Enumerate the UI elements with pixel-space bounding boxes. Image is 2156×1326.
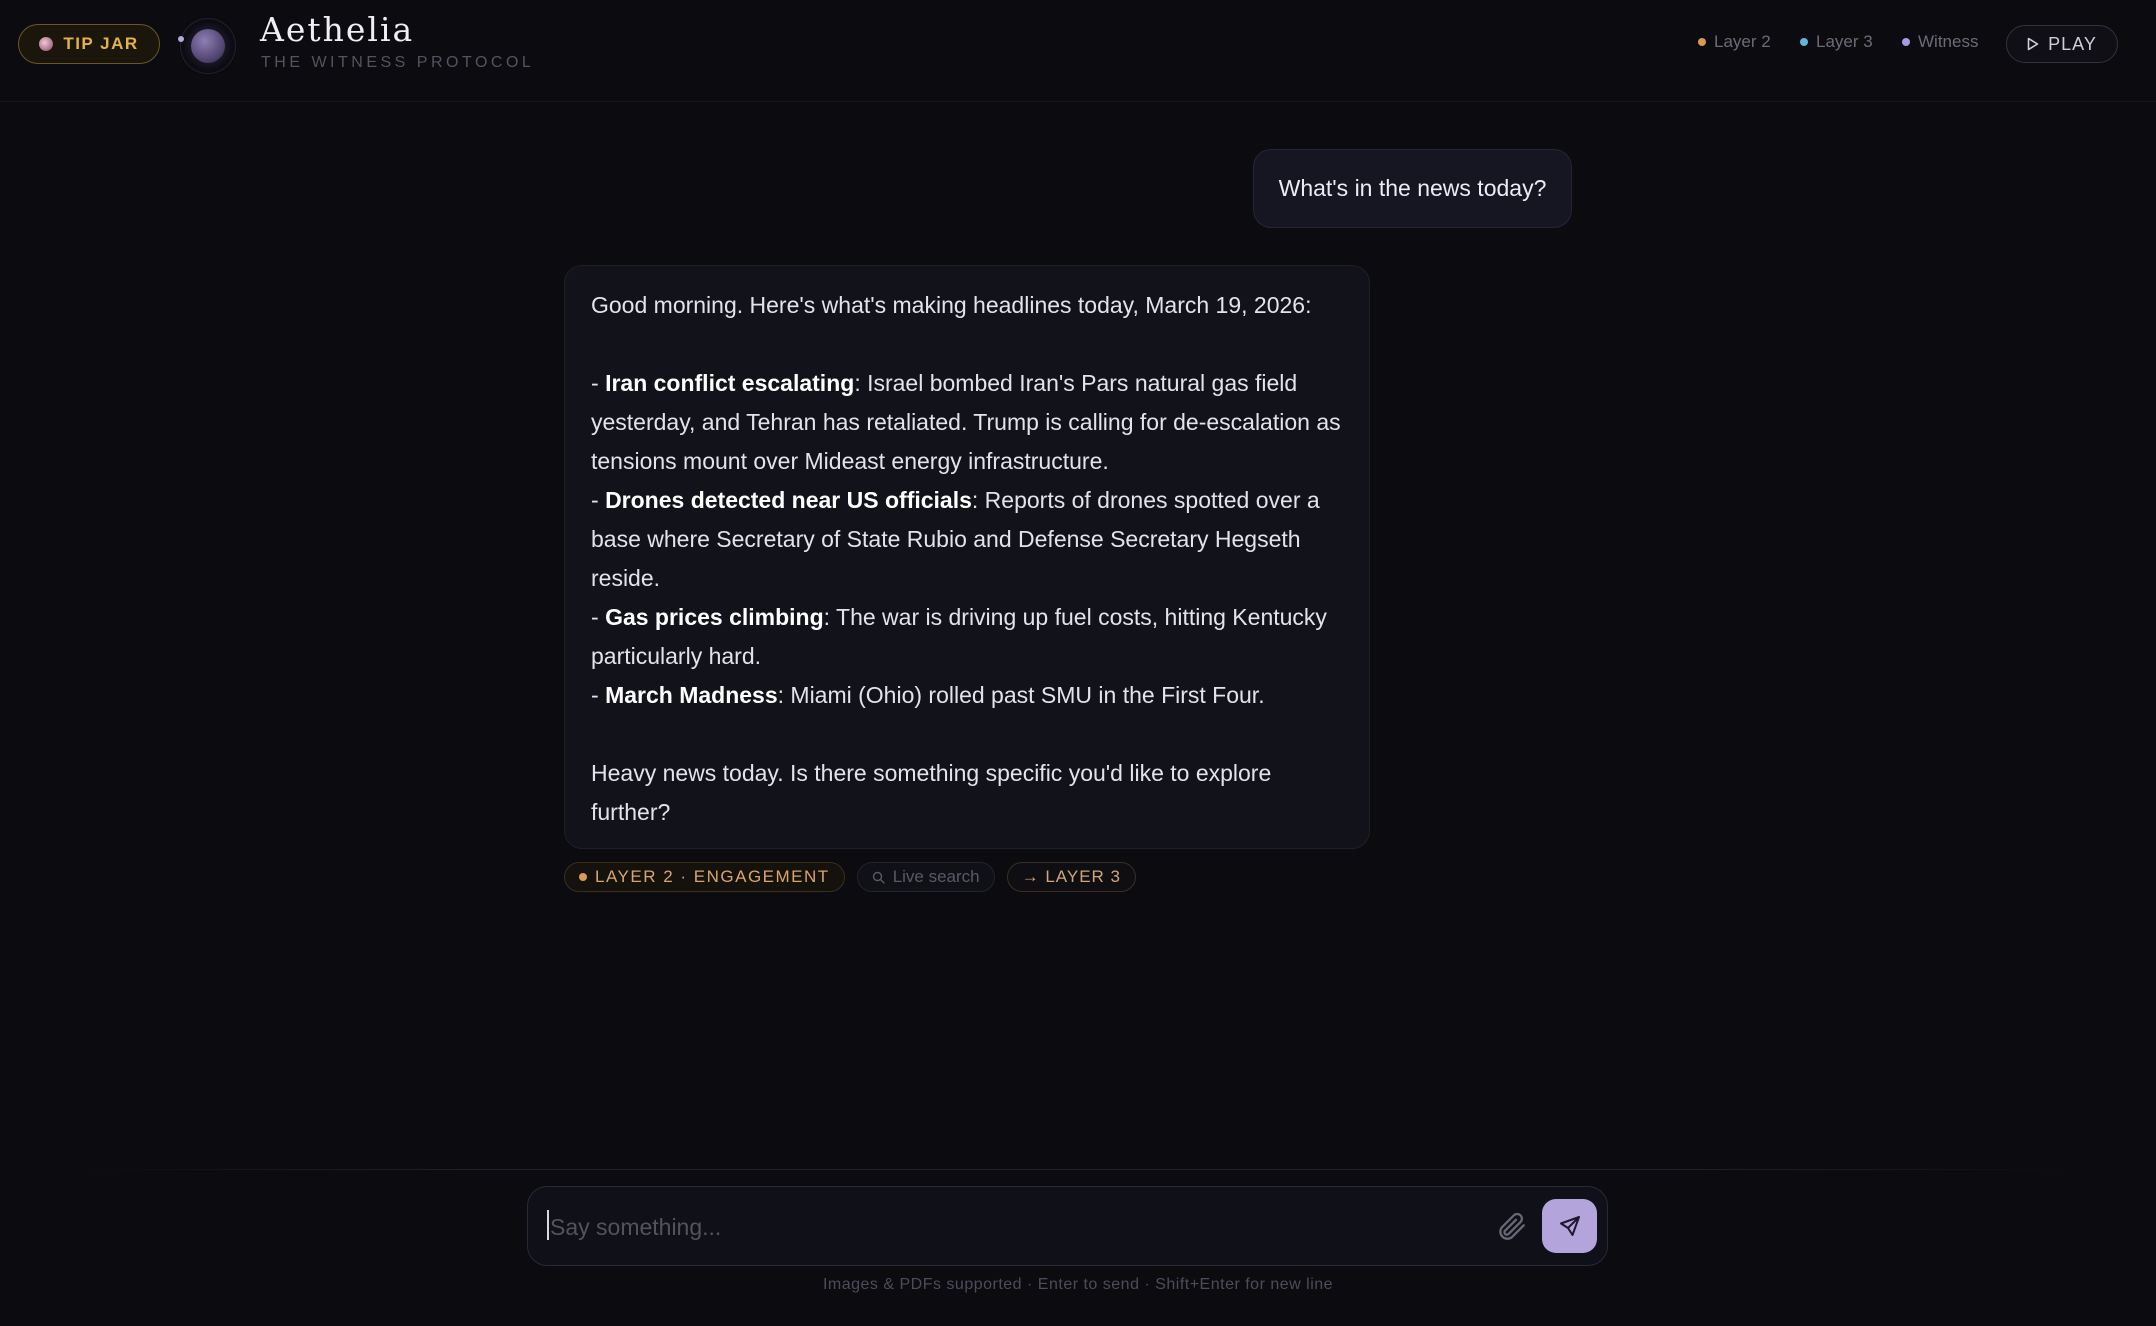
user-message: What's in the news today?: [1253, 149, 1572, 228]
assistant-closing: Heavy news today. Is there something spe…: [591, 760, 1272, 825]
legend-layer-2: Layer 2: [1698, 32, 1771, 52]
layer-badge: LAYER 2 · ENGAGEMENT: [564, 862, 845, 892]
app-title: Aethelia: [260, 10, 415, 49]
orb-logo-icon: [176, 14, 240, 78]
attach-button[interactable]: [1494, 1209, 1528, 1243]
layer-badge-label: LAYER 2 · ENGAGEMENT: [595, 867, 830, 886]
layer-3-button[interactable]: → LAYER 3: [1006, 862, 1137, 892]
layer-dot-icon: [579, 873, 587, 881]
legend-label: Witness: [1918, 32, 1979, 51]
news-item: - Iran conflict escalating: Israel bombe…: [591, 370, 1341, 474]
top-bar: TIP JAR Aethelia THE WITNESS PROTOCOL La…: [0, 0, 2156, 102]
news-item: - March Madness: Miami (Ohio) rolled pas…: [591, 682, 1265, 708]
tip-jar-button[interactable]: TIP JAR: [18, 24, 160, 64]
message-input[interactable]: [548, 1205, 1492, 1249]
tip-jar-label: TIP JAR: [63, 34, 139, 53]
play-icon: [2027, 37, 2039, 51]
legend-layer-3: Layer 3: [1800, 32, 1873, 52]
layer-2-dot-icon: [1698, 38, 1706, 46]
play-button[interactable]: PLAY: [2006, 25, 2118, 63]
message-tags: LAYER 2 · ENGAGEMENT Live search → LAYER…: [564, 862, 1137, 892]
layer-3-label: → LAYER 3: [1021, 867, 1122, 886]
layer-3-dot-icon: [1800, 38, 1808, 46]
user-message-text: What's in the news today?: [1278, 175, 1547, 201]
legend-label: Layer 2: [1714, 32, 1771, 51]
legend-label: Layer 3: [1816, 32, 1873, 51]
play-label: PLAY: [2048, 33, 2097, 54]
message-composer: [527, 1186, 1608, 1266]
send-button[interactable]: [1542, 1199, 1597, 1253]
news-item: - Gas prices climbing: The war is drivin…: [591, 604, 1327, 669]
legend-witness: Witness: [1902, 32, 1978, 52]
tip-coin-icon: [39, 37, 54, 51]
send-icon: [1559, 1216, 1580, 1236]
witness-dot-icon: [1902, 38, 1910, 46]
news-item: - Drones detected near US officials: Rep…: [591, 487, 1320, 591]
app-subtitle: THE WITNESS PROTOCOL: [261, 54, 535, 71]
live-search-label: Live search: [892, 867, 980, 886]
assistant-intro: Good morning. Here's what's making headl…: [591, 292, 1312, 318]
live-search-badge: Live search: [856, 862, 995, 892]
composer-hint: Images & PDFs supported · Enter to send …: [822, 1276, 1334, 1293]
assistant-message: Good morning. Here's what's making headl…: [564, 265, 1370, 849]
paperclip-icon: [1499, 1212, 1525, 1240]
search-icon: [872, 871, 885, 884]
composer-divider: [80, 1169, 2076, 1170]
